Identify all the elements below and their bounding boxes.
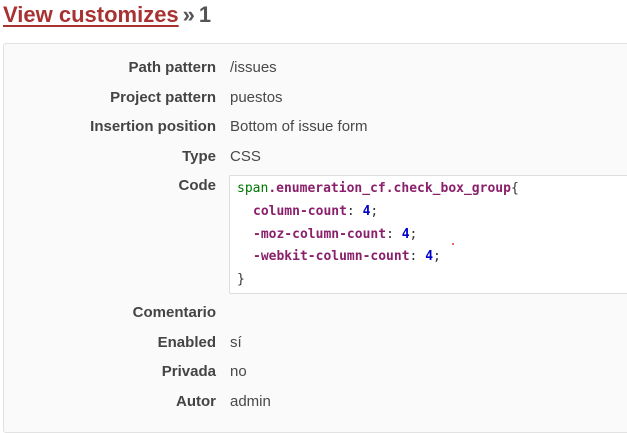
row-privada: Privada no — [4, 362, 627, 382]
cursor-dot — [452, 243, 454, 245]
path-pattern-label: Path pattern — [128, 59, 216, 76]
code-value: 4 — [425, 249, 434, 264]
type-label: Type — [182, 148, 216, 165]
comentario-label: Comentario — [132, 304, 216, 321]
code-close-brace: } — [237, 272, 245, 287]
insertion-position-value: Bottom of issue form — [230, 118, 368, 135]
row-autor: Autor admin — [4, 392, 627, 412]
project-pattern-label: Project pattern — [110, 89, 216, 106]
code-selector-line: span.enumeration_cf.check_box_group{ — [237, 180, 519, 198]
code-declaration: -webkit-column-count: 4; — [253, 249, 441, 264]
row-type: Type CSS — [4, 147, 627, 167]
row-insertion-position: Insertion position Bottom of issue form — [4, 117, 627, 137]
enabled-label: Enabled — [157, 334, 216, 351]
code-declaration: column-count: 4; — [253, 204, 379, 219]
insertion-position-label: Insertion position — [90, 118, 216, 135]
code-value: 4 — [401, 227, 410, 242]
code-selector-tag: span — [237, 181, 269, 196]
row-project-pattern: Project pattern puestos — [4, 88, 627, 108]
project-pattern-value: puestos — [230, 89, 283, 106]
privada-value: no — [230, 363, 247, 380]
view-customizes-link[interactable]: View customizes — [3, 2, 179, 27]
path-pattern-value: /issues — [230, 59, 277, 76]
row-comentario: Comentario — [4, 303, 627, 323]
row-path-pattern: Path pattern /issues — [4, 58, 627, 78]
code-property: column-count — [253, 204, 347, 219]
code-block: span.enumeration_cf.check_box_group{ col… — [229, 175, 627, 294]
breadcrumb-current: 1 — [198, 2, 212, 27]
enabled-value: sí — [230, 334, 242, 351]
page-title: View customizes» 1 — [3, 1, 211, 29]
privada-label: Privada — [161, 363, 216, 380]
code-label: Code — [178, 177, 217, 194]
code-selector-class: .enumeration_cf.check_box_group — [268, 181, 511, 196]
autor-label: Autor — [176, 393, 216, 410]
type-value: CSS — [230, 148, 261, 165]
breadcrumb-separator: » — [182, 2, 195, 27]
row-enabled: Enabled sí — [4, 333, 627, 353]
code-open-brace: { — [510, 181, 519, 196]
code-declaration: -moz-column-count: 4; — [253, 227, 418, 242]
autor-value: admin — [230, 393, 271, 410]
code-property: -webkit-column-count — [253, 249, 410, 264]
code-property: -moz-column-count — [253, 227, 387, 242]
code-close-line: } — [237, 271, 245, 289]
